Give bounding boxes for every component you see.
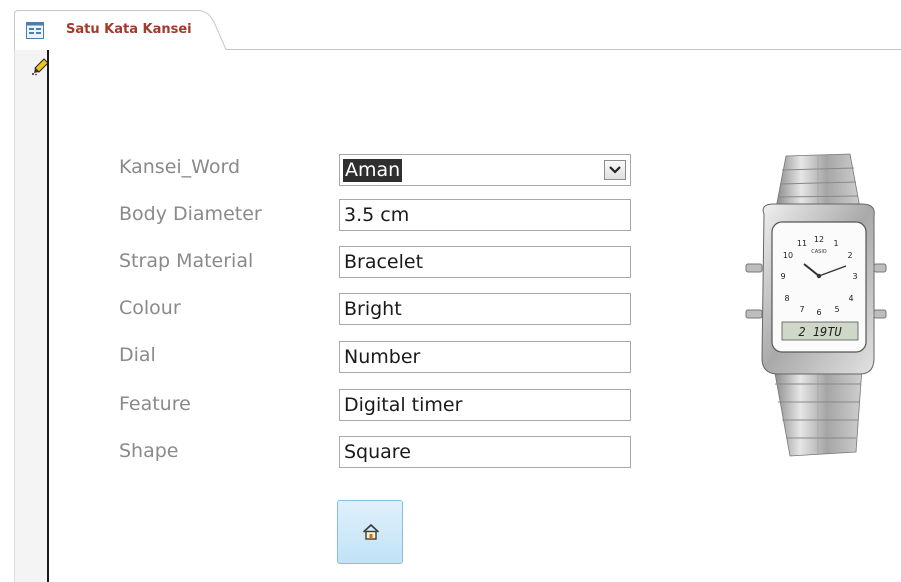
label-colour: Colour bbox=[119, 297, 181, 319]
label-kansei-word: Kansei_Word bbox=[119, 156, 241, 178]
dial-number: 9 bbox=[780, 272, 785, 281]
label-strap-material: Strap Material bbox=[119, 250, 254, 272]
dial-number: 6 bbox=[816, 308, 821, 317]
label-feature: Feature bbox=[119, 393, 191, 415]
dial-value: Number bbox=[344, 346, 421, 368]
colour-value: Bright bbox=[344, 298, 402, 320]
colour-field[interactable]: Bright bbox=[339, 293, 631, 325]
dial-number: 10 bbox=[783, 251, 793, 260]
shape-value: Square bbox=[344, 441, 411, 463]
tab-title: Satu Kata Kansei bbox=[66, 22, 192, 37]
dial-number: 11 bbox=[797, 239, 807, 248]
label-shape: Shape bbox=[119, 440, 179, 462]
dial-number: 8 bbox=[784, 294, 789, 303]
dial-number: 4 bbox=[848, 294, 853, 303]
tab-baseline bbox=[226, 49, 901, 50]
home-button[interactable] bbox=[337, 500, 403, 564]
dial-number: 12 bbox=[814, 235, 824, 244]
home-icon bbox=[362, 523, 380, 540]
lcd-readout: 2 19TU bbox=[798, 325, 842, 339]
feature-value: Digital timer bbox=[344, 394, 463, 416]
document-tab-strip: Satu Kata Kansei bbox=[0, 0, 901, 50]
dial-number: 7 bbox=[799, 305, 804, 314]
dial-field[interactable]: Number bbox=[339, 341, 631, 373]
watch-brand: CASIO bbox=[811, 249, 827, 255]
feature-field[interactable]: Digital timer bbox=[339, 389, 631, 421]
shape-field[interactable]: Square bbox=[339, 436, 631, 468]
watch-image: 12 1 2 3 4 5 6 7 8 9 10 11 CASIO 2 19TU bbox=[738, 152, 888, 462]
dial-number: 5 bbox=[834, 305, 839, 314]
selector-border bbox=[47, 50, 49, 582]
strap-material-field[interactable]: Bracelet bbox=[339, 246, 631, 278]
kansei-word-combobox[interactable]: Aman bbox=[339, 154, 631, 186]
tab-satu-kata-kansei[interactable]: Satu Kata Kansei bbox=[14, 10, 226, 50]
form-icon bbox=[26, 22, 44, 39]
body-diameter-value: 3.5 cm bbox=[344, 204, 410, 226]
record-selector[interactable] bbox=[14, 50, 49, 582]
body-diameter-field[interactable]: 3.5 cm bbox=[339, 199, 631, 231]
label-body-diameter: Body Diameter bbox=[119, 203, 262, 225]
dropdown-button[interactable] bbox=[604, 160, 626, 180]
kansei-word-value: Aman bbox=[343, 159, 403, 182]
dial-number: 1 bbox=[833, 239, 838, 248]
dial-number: 2 bbox=[847, 251, 852, 260]
chevron-down-icon bbox=[609, 166, 621, 174]
strap-material-value: Bracelet bbox=[344, 251, 424, 273]
dial-number: 3 bbox=[852, 272, 857, 281]
label-dial: Dial bbox=[119, 344, 156, 366]
